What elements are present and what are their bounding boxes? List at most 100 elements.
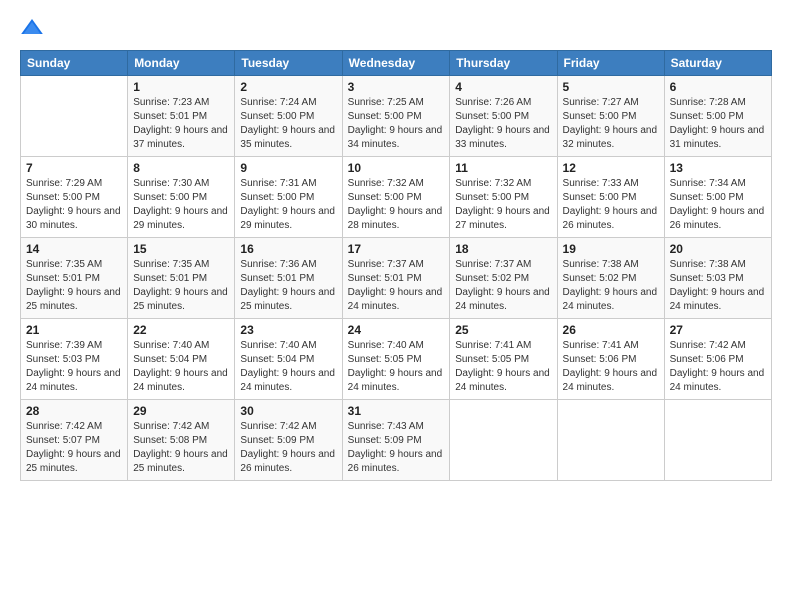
sunset-text: Sunset: 5:00 PM	[670, 111, 744, 122]
day-info: Sunrise: 7:29 AM Sunset: 5:00 PM Dayligh…	[26, 177, 122, 233]
daylight-text: Daylight: 9 hours and 26 minutes.	[240, 449, 335, 474]
weekday-header-tuesday: Tuesday	[235, 51, 342, 76]
calendar-cell: 26 Sunrise: 7:41 AM Sunset: 5:06 PM Dayl…	[557, 319, 664, 400]
calendar-cell	[664, 400, 771, 481]
day-number: 18	[455, 242, 551, 256]
daylight-text: Daylight: 9 hours and 24 minutes.	[455, 287, 550, 312]
sunrise-text: Sunrise: 7:40 AM	[133, 340, 209, 351]
daylight-text: Daylight: 9 hours and 24 minutes.	[670, 287, 765, 312]
daylight-text: Daylight: 9 hours and 29 minutes.	[240, 206, 335, 231]
sunrise-text: Sunrise: 7:32 AM	[348, 178, 424, 189]
daylight-text: Daylight: 9 hours and 24 minutes.	[133, 368, 228, 393]
sunset-text: Sunset: 5:09 PM	[348, 435, 422, 446]
calendar-cell: 24 Sunrise: 7:40 AM Sunset: 5:05 PM Dayl…	[342, 319, 450, 400]
day-info: Sunrise: 7:35 AM Sunset: 5:01 PM Dayligh…	[133, 258, 229, 314]
sunrise-text: Sunrise: 7:28 AM	[670, 97, 746, 108]
day-info: Sunrise: 7:32 AM Sunset: 5:00 PM Dayligh…	[348, 177, 445, 233]
day-number: 13	[670, 161, 766, 175]
day-number: 7	[26, 161, 122, 175]
day-info: Sunrise: 7:34 AM Sunset: 5:00 PM Dayligh…	[670, 177, 766, 233]
daylight-text: Daylight: 9 hours and 25 minutes.	[26, 449, 121, 474]
day-info: Sunrise: 7:23 AM Sunset: 5:01 PM Dayligh…	[133, 96, 229, 152]
sunrise-text: Sunrise: 7:42 AM	[240, 421, 316, 432]
day-number: 9	[240, 161, 336, 175]
sunset-text: Sunset: 5:02 PM	[455, 273, 529, 284]
daylight-text: Daylight: 9 hours and 24 minutes.	[348, 368, 443, 393]
day-number: 29	[133, 404, 229, 418]
calendar-week-row: 21 Sunrise: 7:39 AM Sunset: 5:03 PM Dayl…	[21, 319, 772, 400]
daylight-text: Daylight: 9 hours and 24 minutes.	[26, 368, 121, 393]
calendar-cell	[450, 400, 557, 481]
day-info: Sunrise: 7:33 AM Sunset: 5:00 PM Dayligh…	[563, 177, 659, 233]
calendar-cell	[557, 400, 664, 481]
sunrise-text: Sunrise: 7:38 AM	[563, 259, 639, 270]
calendar-cell: 14 Sunrise: 7:35 AM Sunset: 5:01 PM Dayl…	[21, 238, 128, 319]
calendar-cell: 9 Sunrise: 7:31 AM Sunset: 5:00 PM Dayli…	[235, 157, 342, 238]
calendar-cell: 11 Sunrise: 7:32 AM Sunset: 5:00 PM Dayl…	[450, 157, 557, 238]
day-info: Sunrise: 7:43 AM Sunset: 5:09 PM Dayligh…	[348, 420, 445, 476]
day-number: 31	[348, 404, 445, 418]
sunrise-text: Sunrise: 7:43 AM	[348, 421, 424, 432]
sunrise-text: Sunrise: 7:35 AM	[133, 259, 209, 270]
sunrise-text: Sunrise: 7:30 AM	[133, 178, 209, 189]
sunrise-text: Sunrise: 7:32 AM	[455, 178, 531, 189]
sunset-text: Sunset: 5:01 PM	[133, 111, 207, 122]
sunset-text: Sunset: 5:00 PM	[563, 111, 637, 122]
day-info: Sunrise: 7:40 AM Sunset: 5:04 PM Dayligh…	[240, 339, 336, 395]
day-info: Sunrise: 7:40 AM Sunset: 5:04 PM Dayligh…	[133, 339, 229, 395]
sunset-text: Sunset: 5:03 PM	[26, 354, 100, 365]
daylight-text: Daylight: 9 hours and 31 minutes.	[670, 125, 765, 150]
day-number: 15	[133, 242, 229, 256]
daylight-text: Daylight: 9 hours and 24 minutes.	[240, 368, 335, 393]
daylight-text: Daylight: 9 hours and 24 minutes.	[455, 368, 550, 393]
calendar-cell: 30 Sunrise: 7:42 AM Sunset: 5:09 PM Dayl…	[235, 400, 342, 481]
daylight-text: Daylight: 9 hours and 34 minutes.	[348, 125, 443, 150]
day-info: Sunrise: 7:30 AM Sunset: 5:00 PM Dayligh…	[133, 177, 229, 233]
logo	[20, 16, 48, 40]
sunset-text: Sunset: 5:06 PM	[670, 354, 744, 365]
calendar-table: SundayMondayTuesdayWednesdayThursdayFrid…	[20, 50, 772, 481]
weekday-header-saturday: Saturday	[664, 51, 771, 76]
calendar-cell: 8 Sunrise: 7:30 AM Sunset: 5:00 PM Dayli…	[128, 157, 235, 238]
sunrise-text: Sunrise: 7:29 AM	[26, 178, 102, 189]
sunset-text: Sunset: 5:01 PM	[26, 273, 100, 284]
day-number: 26	[563, 323, 659, 337]
daylight-text: Daylight: 9 hours and 29 minutes.	[133, 206, 228, 231]
weekday-header-row: SundayMondayTuesdayWednesdayThursdayFrid…	[21, 51, 772, 76]
daylight-text: Daylight: 9 hours and 37 minutes.	[133, 125, 228, 150]
sunset-text: Sunset: 5:01 PM	[240, 273, 314, 284]
calendar-cell: 28 Sunrise: 7:42 AM Sunset: 5:07 PM Dayl…	[21, 400, 128, 481]
sunset-text: Sunset: 5:03 PM	[670, 273, 744, 284]
sunrise-text: Sunrise: 7:40 AM	[240, 340, 316, 351]
sunset-text: Sunset: 5:00 PM	[670, 192, 744, 203]
calendar-cell: 5 Sunrise: 7:27 AM Sunset: 5:00 PM Dayli…	[557, 76, 664, 157]
weekday-header-friday: Friday	[557, 51, 664, 76]
calendar-cell: 17 Sunrise: 7:37 AM Sunset: 5:01 PM Dayl…	[342, 238, 450, 319]
sunset-text: Sunset: 5:08 PM	[133, 435, 207, 446]
sunset-text: Sunset: 5:06 PM	[563, 354, 637, 365]
day-number: 3	[348, 80, 445, 94]
weekday-header-sunday: Sunday	[21, 51, 128, 76]
calendar-cell: 16 Sunrise: 7:36 AM Sunset: 5:01 PM Dayl…	[235, 238, 342, 319]
sunrise-text: Sunrise: 7:39 AM	[26, 340, 102, 351]
calendar-body: 1 Sunrise: 7:23 AM Sunset: 5:01 PM Dayli…	[21, 76, 772, 481]
day-number: 14	[26, 242, 122, 256]
calendar-cell: 31 Sunrise: 7:43 AM Sunset: 5:09 PM Dayl…	[342, 400, 450, 481]
sunrise-text: Sunrise: 7:42 AM	[670, 340, 746, 351]
logo-icon	[20, 16, 44, 40]
day-number: 5	[563, 80, 659, 94]
day-number: 20	[670, 242, 766, 256]
calendar-cell: 21 Sunrise: 7:39 AM Sunset: 5:03 PM Dayl…	[21, 319, 128, 400]
day-number: 17	[348, 242, 445, 256]
daylight-text: Daylight: 9 hours and 28 minutes.	[348, 206, 443, 231]
calendar-cell: 1 Sunrise: 7:23 AM Sunset: 5:01 PM Dayli…	[128, 76, 235, 157]
sunset-text: Sunset: 5:05 PM	[348, 354, 422, 365]
calendar-cell: 23 Sunrise: 7:40 AM Sunset: 5:04 PM Dayl…	[235, 319, 342, 400]
calendar-cell	[21, 76, 128, 157]
day-number: 16	[240, 242, 336, 256]
calendar-week-row: 7 Sunrise: 7:29 AM Sunset: 5:00 PM Dayli…	[21, 157, 772, 238]
day-info: Sunrise: 7:31 AM Sunset: 5:00 PM Dayligh…	[240, 177, 336, 233]
calendar-cell: 22 Sunrise: 7:40 AM Sunset: 5:04 PM Dayl…	[128, 319, 235, 400]
calendar-cell: 13 Sunrise: 7:34 AM Sunset: 5:00 PM Dayl…	[664, 157, 771, 238]
day-number: 19	[563, 242, 659, 256]
